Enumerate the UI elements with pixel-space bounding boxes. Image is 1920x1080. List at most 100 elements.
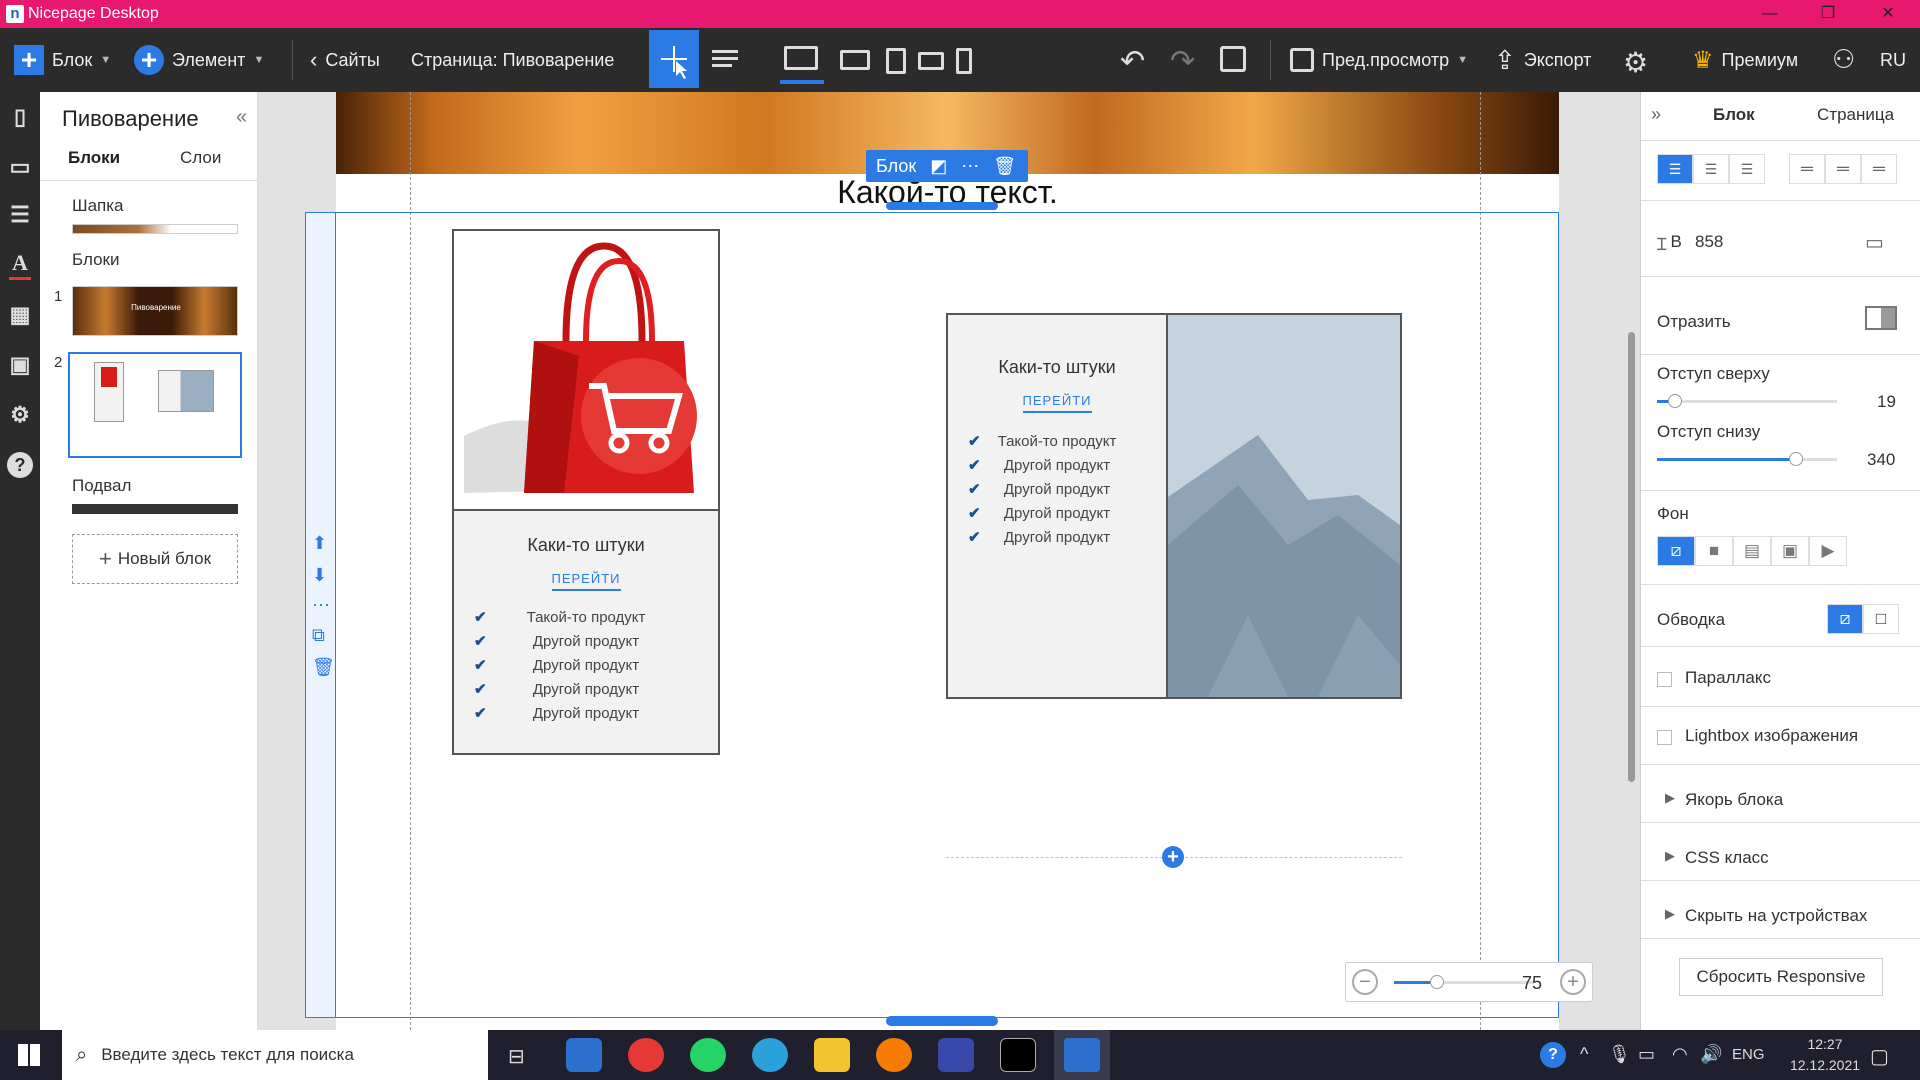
back-to-sites-button[interactable]: ‹ Сайты (310, 28, 380, 92)
height-value[interactable]: 858 (1695, 232, 1723, 252)
align-right-button[interactable]: ☰ (1729, 154, 1765, 184)
premium-button[interactable]: ♛ Премиум (1692, 28, 1798, 92)
user-icon[interactable]: ⚇ (1832, 44, 1855, 75)
border-none-button[interactable]: ⧄ (1827, 604, 1863, 634)
tablet-landscape-view-button[interactable] (918, 52, 944, 70)
task-view-icon[interactable]: ⊟ (508, 1044, 525, 1069)
export-button[interactable]: ⇪ Экспорт (1494, 28, 1591, 92)
volume-icon[interactable]: 🔊 (1700, 1044, 1722, 1065)
battery-icon[interactable]: ▭ (1638, 1044, 1655, 1065)
zoom-slider-thumb[interactable] (1430, 975, 1444, 989)
align-left-button[interactable]: ☰ (1657, 154, 1693, 184)
zoom-out-icon[interactable]: − (1352, 969, 1378, 995)
trash-icon[interactable]: 🗑 (312, 657, 335, 678)
settings-icon[interactable]: ⚙ (7, 402, 33, 428)
more-icon[interactable]: ⋯ (312, 595, 330, 616)
new-block-button[interactable]: + Новый блок (72, 534, 238, 584)
product-card-2[interactable]: Каки-то штуки ПЕРЕЙТИ ✔ Такой-то продукт … (946, 313, 1402, 699)
page-selector[interactable]: Страница: Пивоварение (411, 28, 614, 92)
comments-icon[interactable]: ▭ (7, 154, 33, 180)
bg-color-button[interactable]: ■ (1695, 536, 1733, 566)
valign-top-button[interactable]: ═ (1789, 154, 1825, 184)
block-thumbnail-2[interactable] (68, 352, 242, 458)
select-mode-button[interactable] (649, 30, 699, 88)
bg-none-button[interactable]: ⧄ (1657, 536, 1695, 566)
notifications-icon[interactable]: ▢ (1870, 1044, 1889, 1069)
move-up-icon[interactable]: ⬆ (312, 533, 327, 554)
redo-icon[interactable]: ↷ (1170, 44, 1195, 79)
mirror-icon[interactable] (1865, 306, 1897, 330)
input-language[interactable]: ENG (1732, 1046, 1765, 1063)
add-element-plus-icon[interactable]: + (1162, 846, 1184, 868)
bg-video-button[interactable]: ▶ (1809, 536, 1847, 566)
reset-responsive-button[interactable]: Сбросить Responsive (1679, 958, 1883, 996)
wifi-icon[interactable]: ◠ (1672, 1044, 1688, 1065)
block-resize-handle-bottom[interactable] (886, 1016, 998, 1026)
preview-button[interactable]: Пред.просмотр ▼ (1290, 28, 1468, 92)
undo-icon[interactable]: ↶ (1120, 44, 1145, 79)
product-card-1[interactable]: Каки-то штуки ПЕРЕЙТИ ✔ Такой-то продукт … (452, 229, 720, 755)
padding-bottom-slider-thumb[interactable] (1788, 452, 1803, 466)
card-link[interactable]: ПЕРЕЙТИ (551, 571, 621, 591)
tab-layers[interactable]: Слои (180, 148, 221, 168)
clock-time[interactable]: 12:27 (1790, 1036, 1860, 1052)
hide-on-devices-section[interactable]: ▶ Скрыть на устройствах (1665, 906, 1867, 926)
mobile-view-button[interactable] (956, 48, 972, 74)
image-icon[interactable]: ▣ (7, 352, 33, 378)
more-icon[interactable]: ⋯ (961, 156, 979, 177)
pages-icon[interactable]: ▯ (7, 104, 33, 130)
blocks-icon[interactable]: ☰ (7, 202, 33, 228)
padding-bottom-value[interactable]: 340 (1867, 450, 1895, 470)
language-button[interactable]: RU (1880, 28, 1906, 92)
tab-page[interactable]: Страница (1817, 105, 1894, 125)
valign-middle-button[interactable]: ═ (1825, 154, 1861, 184)
move-down-icon[interactable]: ⬇ (312, 565, 327, 586)
microphone-icon[interactable]: 🎙 (1608, 1044, 1631, 1065)
card-image[interactable] (452, 229, 720, 511)
tab-block[interactable]: Блок (1713, 105, 1755, 125)
text-mode-button[interactable] (712, 48, 738, 70)
card-title[interactable]: Каки-то штуки (948, 357, 1166, 378)
minimize-button[interactable]: — (1742, 0, 1798, 28)
whatsapp-icon[interactable] (690, 1038, 726, 1072)
bg-image-button[interactable]: ▣ (1771, 536, 1809, 566)
laptop-view-button[interactable] (840, 50, 870, 70)
collapse-panel-icon[interactable]: « (236, 106, 247, 129)
terminal-icon[interactable] (1000, 1038, 1036, 1072)
lightbox-checkbox[interactable] (1657, 730, 1672, 745)
vscode-icon[interactable] (566, 1038, 602, 1072)
parallax-checkbox[interactable] (1657, 672, 1672, 687)
paint-brush-icon[interactable] (938, 1038, 974, 1072)
bg-gradient-button[interactable]: ▤ (1733, 536, 1771, 566)
paint-bucket-icon[interactable]: ◩ (930, 156, 947, 177)
block-thumbnail-1[interactable]: Пивоварение (72, 286, 238, 336)
css-class-section[interactable]: ▶ CSS класс (1665, 848, 1769, 868)
music-player-icon[interactable] (876, 1038, 912, 1072)
telegram-icon[interactable] (752, 1038, 788, 1072)
restore-button[interactable]: ❐ (1800, 0, 1856, 28)
tab-blocks[interactable]: Блоки (68, 148, 120, 168)
zoom-in-icon[interactable]: + (1560, 969, 1586, 995)
card-link[interactable]: ПЕРЕЙТИ (1022, 393, 1092, 413)
duplicate-icon[interactable]: ⧉ (312, 625, 325, 646)
screen-height-icon[interactable]: ▭ (1865, 230, 1884, 255)
canvas-scrollbar[interactable] (1628, 332, 1635, 782)
windows-start-icon[interactable] (18, 1044, 40, 1066)
file-explorer-icon[interactable] (814, 1038, 850, 1072)
typography-icon[interactable]: A (7, 250, 33, 276)
layout-icon[interactable]: ▦ (7, 302, 33, 328)
yandex-browser-icon[interactable] (628, 1038, 664, 1072)
tablet-view-button[interactable] (886, 48, 906, 74)
mountain-placeholder-image[interactable] (1166, 313, 1402, 699)
padding-top-slider[interactable] (1657, 400, 1837, 403)
header-thumbnail[interactable] (72, 224, 238, 234)
expand-panel-icon[interactable]: » (1651, 104, 1661, 125)
anchor-section[interactable]: ▶ Якорь блока (1665, 790, 1783, 810)
help-tray-icon[interactable]: ? (1540, 1042, 1566, 1068)
block-resize-handle-top[interactable] (886, 202, 998, 210)
padding-top-slider-thumb[interactable] (1668, 394, 1682, 408)
close-button[interactable]: ✕ (1860, 0, 1916, 28)
nicepage-taskbar-button[interactable] (1054, 1030, 1110, 1080)
card-title[interactable]: Каки-то штуки (454, 535, 718, 556)
padding-top-value[interactable]: 19 (1877, 392, 1896, 412)
